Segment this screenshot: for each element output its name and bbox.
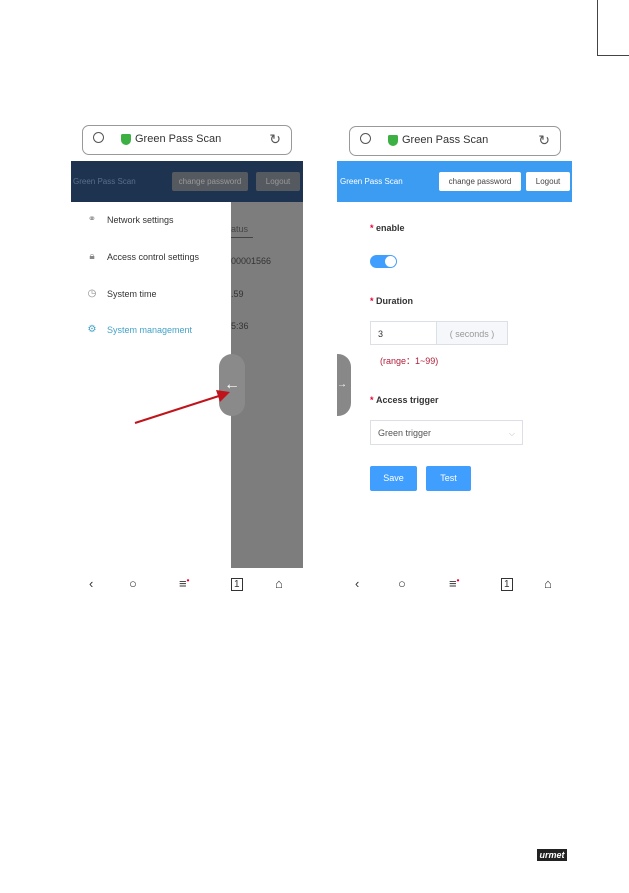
gear-icon: ⚙ bbox=[87, 324, 97, 335]
bg-text: .59 bbox=[231, 289, 244, 299]
shield-icon bbox=[121, 134, 131, 145]
drawer-item-label: Network settings bbox=[107, 214, 174, 225]
bg-text: atus bbox=[231, 224, 249, 234]
logout-button[interactable]: Logout bbox=[256, 172, 300, 191]
lock-icon: 🔒︎ bbox=[89, 251, 95, 262]
search-icon[interactable]: ○ bbox=[129, 576, 137, 591]
test-button[interactable]: Test bbox=[426, 466, 471, 491]
change-password-button[interactable]: change password bbox=[439, 172, 521, 191]
duration-unit: ( seconds ) bbox=[436, 321, 508, 345]
reload-icon[interactable]: ↻ bbox=[538, 132, 550, 149]
drawer-item-label: System time bbox=[107, 288, 157, 299]
reload-icon[interactable]: ↻ bbox=[269, 131, 281, 148]
red-pointer-arrow bbox=[134, 390, 230, 424]
page-corner-mark bbox=[597, 0, 598, 55]
address-title: Green Pass Scan bbox=[135, 133, 222, 145]
drawer-item-label: System management bbox=[107, 324, 193, 335]
search-icon bbox=[360, 133, 371, 144]
tabs-icon[interactable]: 1 bbox=[231, 578, 243, 591]
duration-input[interactable]: 3 bbox=[370, 321, 436, 345]
bg-text: 00001566 bbox=[231, 256, 272, 266]
app-title: Green Pass Scan bbox=[73, 177, 136, 186]
select-value: Green trigger bbox=[378, 428, 432, 438]
logout-button[interactable]: Logout bbox=[526, 172, 570, 191]
search-icon[interactable]: ○ bbox=[398, 576, 406, 591]
address-bar[interactable]: Green Pass Scan ↻ bbox=[82, 125, 292, 155]
enable-toggle[interactable] bbox=[370, 255, 397, 268]
duration-label: * Duration bbox=[370, 296, 414, 306]
toggle-knob bbox=[385, 256, 396, 267]
shield-icon bbox=[388, 135, 398, 146]
bg-underline bbox=[231, 237, 253, 238]
tabs-icon[interactable]: 1 bbox=[501, 578, 513, 591]
save-button[interactable]: Save bbox=[370, 466, 417, 491]
bg-text: 5:36 bbox=[231, 321, 249, 331]
address-bar[interactable]: Green Pass Scan ↻ bbox=[349, 126, 561, 156]
access-trigger-label: * Access trigger bbox=[370, 395, 439, 405]
home-icon[interactable]: ⌂ bbox=[544, 576, 552, 591]
chevron-down-icon: ⌵ bbox=[508, 429, 515, 438]
app-header: Green Pass Scan change password Logout bbox=[71, 161, 303, 202]
browser-nav-bar: ‹ ○ ≡• 1 ⌂ bbox=[71, 570, 303, 600]
drawer-item-network-settings[interactable]: ⚭ Network settings bbox=[87, 214, 174, 225]
page-corner-mark bbox=[597, 55, 629, 56]
clock-icon: ◷ bbox=[87, 288, 97, 299]
range-hint: (range：1~99) bbox=[380, 356, 439, 366]
enable-label: * enable bbox=[370, 223, 405, 233]
back-icon[interactable]: ‹ bbox=[355, 576, 359, 591]
address-title: Green Pass Scan bbox=[402, 134, 489, 146]
drawer-item-access-control[interactable]: 🔒︎ Access control settings bbox=[87, 251, 199, 262]
home-icon[interactable]: ⌂ bbox=[275, 576, 283, 591]
browser-nav-bar: ‹ ○ ≡• 1 ⌂ bbox=[337, 570, 572, 600]
app-title: Green Pass Scan bbox=[340, 177, 403, 186]
change-password-button[interactable]: change password bbox=[172, 172, 248, 191]
drawer-item-label: Access control settings bbox=[107, 251, 200, 262]
drawer-item-system-management[interactable]: ⚙ System management bbox=[87, 324, 193, 335]
menu-icon[interactable]: ≡• bbox=[179, 576, 189, 591]
menu-icon[interactable]: ≡• bbox=[449, 576, 459, 591]
app-header: Green Pass Scan change password Logout bbox=[337, 161, 572, 202]
search-icon bbox=[93, 132, 104, 143]
drawer-item-system-time[interactable]: ◷ System time bbox=[87, 288, 157, 299]
back-icon[interactable]: ‹ bbox=[89, 576, 93, 591]
link-icon: ⚭ bbox=[87, 214, 97, 225]
drawer-expand-handle[interactable]: → bbox=[337, 354, 351, 416]
urmet-logo: urmet bbox=[537, 849, 567, 861]
access-trigger-select[interactable]: Green trigger ⌵ bbox=[370, 420, 523, 445]
